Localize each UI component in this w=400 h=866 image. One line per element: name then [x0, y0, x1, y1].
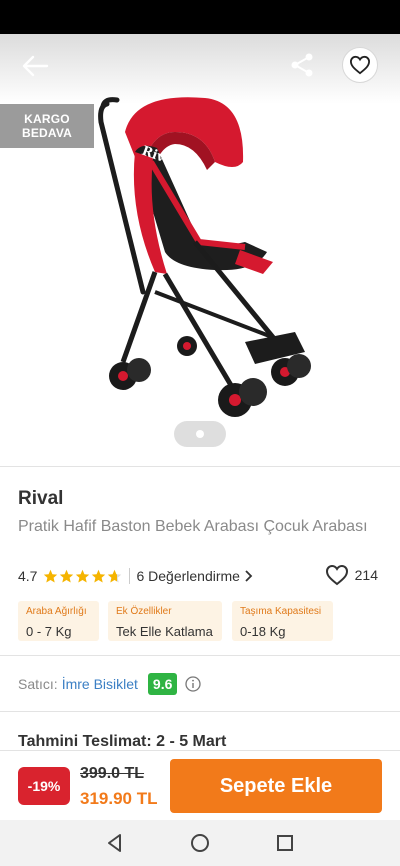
- reviews-label: 6 Değerlendirme: [136, 568, 240, 584]
- image-pager[interactable]: [174, 421, 226, 447]
- favorite-button[interactable]: [342, 47, 378, 83]
- estimated-delivery: Tahmini Teslimat: 2 - 5 Mart: [18, 733, 227, 750]
- seller-row: Satıcı: İmre Bisiklet 9.6: [18, 672, 202, 696]
- divider: [0, 655, 400, 656]
- circle-home-icon[interactable]: [189, 832, 211, 854]
- heart-icon: [349, 55, 371, 75]
- seller-label: Satıcı:: [18, 676, 58, 692]
- brand-name[interactable]: Rival: [18, 488, 63, 510]
- rating-value: 4.7: [18, 568, 38, 584]
- divider: [0, 466, 400, 467]
- chevron-right-icon: [245, 570, 253, 582]
- android-nav-bar: [0, 820, 400, 866]
- divider: [0, 711, 400, 712]
- triangle-back-icon[interactable]: [104, 832, 126, 854]
- attribute-label: Ek Özellikler: [116, 606, 172, 617]
- attribute-value: Tek Elle Katlama: [116, 624, 213, 639]
- product-title: Pratik Hafif Baston Bebek Arabası Çocuk …: [18, 518, 368, 535]
- discount-badge: -19%: [18, 767, 70, 805]
- stroller-product-image: Rival: [98, 97, 311, 417]
- product-image-gallery[interactable]: KARGO BEDAVA Rival: [0, 34, 400, 466]
- star-icon: [44, 569, 58, 582]
- attribute-value: 0-18 Kg: [240, 624, 286, 639]
- favorites-count: 214: [354, 567, 378, 583]
- pager-dot: [196, 430, 204, 438]
- star-icon: [92, 569, 106, 582]
- separator: [129, 568, 131, 584]
- star-icon: [108, 569, 122, 582]
- reviews-link[interactable]: 6 Değerlendirme: [136, 568, 254, 584]
- attribute-label: Araba Ağırlığı: [26, 606, 87, 617]
- seller-name-link[interactable]: İmre Bisiklet: [62, 676, 138, 692]
- star-icon: [76, 569, 90, 582]
- attribute-chip-capacity: Taşıma Kapasitesi 0-18 Kg: [232, 601, 333, 641]
- status-bar: [0, 0, 400, 34]
- free-shipping-line2: BEDAVA: [21, 126, 73, 140]
- add-to-cart-button[interactable]: Sepete Ekle: [170, 759, 382, 813]
- back-arrow-icon[interactable]: [20, 54, 50, 78]
- attribute-value: 0 - 7 Kg: [26, 624, 72, 639]
- attribute-label: Taşıma Kapasitesi: [240, 606, 322, 617]
- seller-score-badge: 9.6: [147, 673, 178, 695]
- free-shipping-line1: KARGO: [24, 112, 70, 126]
- attribute-chip-features: Ek Özellikler Tek Elle Katlama: [108, 601, 222, 641]
- old-price: 399.0 TL: [80, 765, 145, 782]
- favorites-counter[interactable]: 214: [325, 564, 378, 586]
- share-icon[interactable]: [289, 52, 315, 78]
- attribute-chip-weight: Araba Ağırlığı 0 - 7 Kg: [18, 601, 99, 641]
- star-icon: [60, 569, 74, 582]
- purchase-bar: -19% 399.0 TL 319.90 TL Sepete Ekle: [0, 750, 400, 820]
- heart-icon: [325, 564, 348, 586]
- info-icon[interactable]: [185, 676, 202, 692]
- rating-row: 4.7 6 Değerlendirme 214: [18, 564, 382, 586]
- rating-stars: [43, 569, 123, 584]
- square-recent-icon[interactable]: [274, 832, 296, 854]
- current-price: 319.90 TL: [80, 789, 158, 808]
- free-shipping-badge: KARGO BEDAVA: [0, 104, 94, 148]
